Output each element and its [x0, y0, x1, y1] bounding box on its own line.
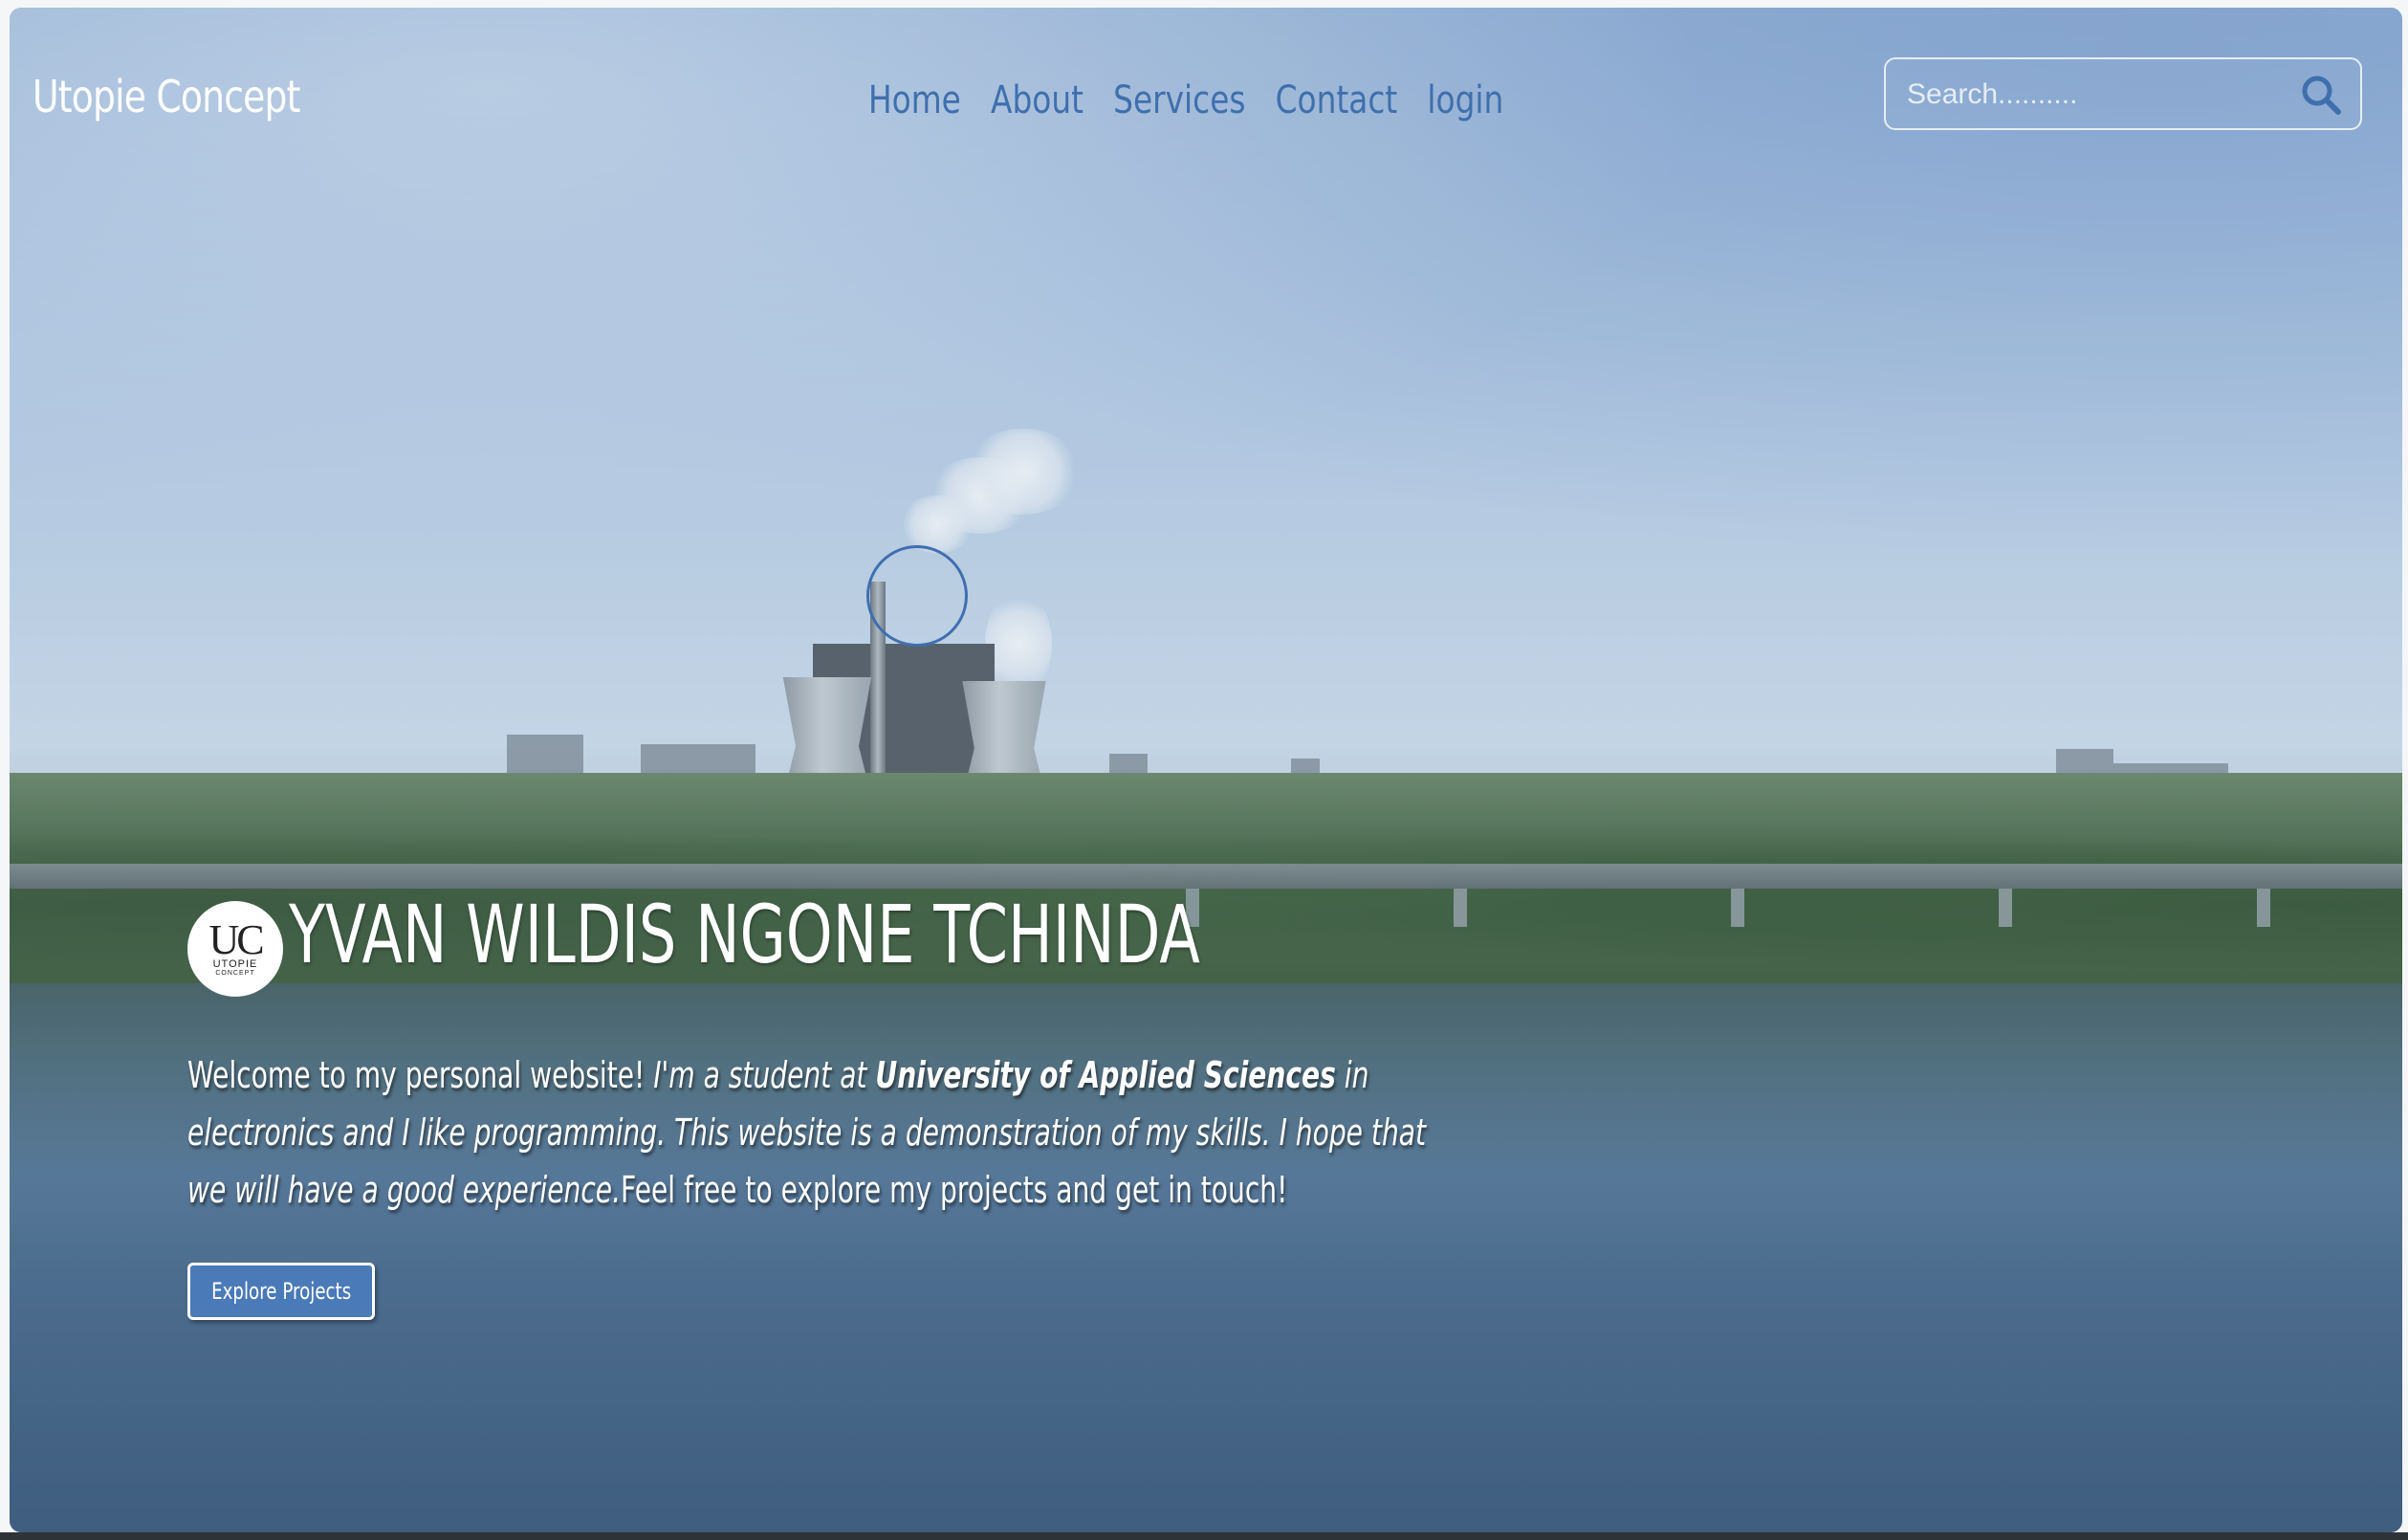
hero-title: YVAN WILDIS NGONE TCHINDA [289, 888, 1200, 981]
cursor-ring [866, 545, 968, 647]
search-box [1884, 57, 2362, 130]
logo-subtext: CONCEPT [215, 969, 255, 977]
nav-link-about[interactable]: About [991, 78, 1084, 122]
hero-section: Utopie Concept Home About Services Conta… [10, 8, 2402, 1532]
search-icon [2302, 76, 2341, 115]
nav-link-login[interactable]: login [1427, 78, 1503, 122]
hero-desc-intro: Welcome to my personal website! [187, 1054, 654, 1096]
main-nav: Home About Services Contact login [868, 78, 1503, 122]
search-button[interactable] [2299, 73, 2343, 117]
logo-mark: UC [208, 915, 264, 963]
explore-projects-label: Explore Projects [210, 1278, 352, 1305]
explore-projects-button[interactable]: Explore Projects [187, 1263, 375, 1320]
bottom-edge-bar [0, 1532, 2408, 1540]
hero-desc-university: University of Applied Sciences [875, 1054, 1336, 1096]
page-frame: Utopie Concept Home About Services Conta… [0, 0, 2408, 1540]
nav-link-contact[interactable]: Contact [1276, 78, 1398, 122]
hero-desc-outro: Feel free to explore my projects and get… [621, 1169, 1288, 1211]
logo-text: UTOPIE [212, 957, 258, 970]
nav-link-home[interactable]: Home [868, 78, 961, 122]
brand-logo-text[interactable]: Utopie Concept [33, 71, 300, 122]
hero-desc-italic-1: I'm a student at [653, 1054, 876, 1096]
hero-description: Welcome to my personal website! I'm a st… [187, 1046, 1461, 1219]
nav-link-services[interactable]: Services [1113, 78, 1245, 122]
search-input[interactable] [1905, 73, 2282, 117]
utopie-concept-logo: UC UTOPIE CONCEPT [187, 901, 283, 997]
